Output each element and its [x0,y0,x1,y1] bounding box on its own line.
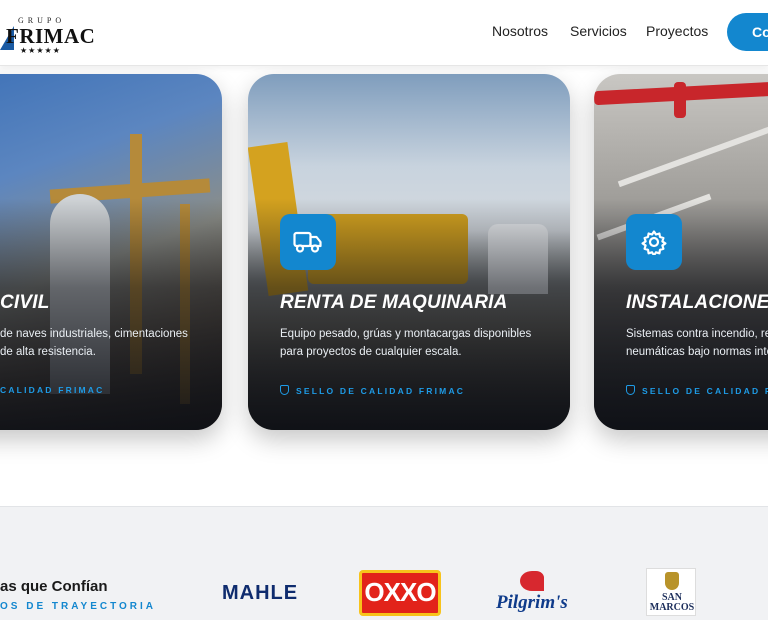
card-description: de naves industriales, cimentaciones de … [0,325,222,361]
card-description: Sistemas contra incendio, red neumáticas… [626,325,768,361]
logo-stars: ★★★★★ [20,46,61,55]
gear-icon [626,214,682,270]
nav-link-proyectos[interactable]: Proyectos [646,23,708,39]
card-description-line: de alta resistencia. [0,346,96,358]
card-quality-seal: SELLO DE CALIDAD FRIMAC [280,385,465,396]
seal-text: CALIDAD FRIMAC [0,385,105,395]
crest-icon [665,572,679,590]
san-marcos-text: SAN MARCOS [649,592,695,613]
frimac-logo[interactable]: GRUPO FRIMAC ★★★★★ [0,12,96,56]
card-title: INSTALACIONES [626,292,768,313]
service-card-renta-maquinaria[interactable]: RENTA DE MAQUINARIA Equipo pesado, grúas… [248,74,570,430]
card-description-line: neumáticas bajo normas inte [626,346,768,358]
client-logo-mahle: MAHLE [222,582,299,604]
seal-text: SELLO DE CALIDAD FRIM [642,386,768,396]
card-description-line: Equipo pesado, grúas y montacargas dispo… [280,328,532,340]
nav-link-nosotros[interactable]: Nosotros [492,23,548,39]
rooster-icon [520,571,544,591]
nav-link-servicios[interactable]: Servicios [570,23,627,39]
shield-icon [280,385,289,395]
service-card-civil[interactable]: CIVIL de naves industriales, cimentacion… [0,74,222,430]
card-description: Equipo pesado, grúas y montacargas dispo… [280,325,570,361]
client-logo-oxxo: OXXO [359,570,441,616]
card-description-line: de naves industriales, cimentaciones [0,328,188,340]
site-header: GRUPO FRIMAC ★★★★★ Nosotros Servicios Pr… [0,0,768,66]
card-description-line: Sistemas contra incendio, red [626,328,768,340]
clients-subtitle: OS DE TRAYECTORIA [0,601,157,612]
page: GRUPO FRIMAC ★★★★★ Nosotros Servicios Pr… [0,0,768,620]
service-card-instalaciones[interactable]: INSTALACIONES Sistemas contra incendio, … [594,74,768,430]
shield-icon [626,385,635,395]
card-quality-seal: SELLO DE CALIDAD FRIM [626,385,768,396]
truck-icon [280,214,336,270]
client-logo-san-marcos: SAN MARCOS [646,568,696,616]
card-title: RENTA DE MAQUINARIA [280,292,508,313]
client-logo-pilgrims: Pilgrim's [496,592,568,613]
card-quality-seal: CALIDAD FRIMAC [0,385,104,395]
seal-text: SELLO DE CALIDAD FRIMAC [296,386,466,396]
contact-cta-button[interactable]: Co [727,13,768,51]
clients-title: as que Confían [0,578,108,595]
card-overlay [0,74,222,430]
card-description-line: para proyectos de cualquier escala. [280,346,462,358]
card-title: CIVIL [0,292,50,313]
